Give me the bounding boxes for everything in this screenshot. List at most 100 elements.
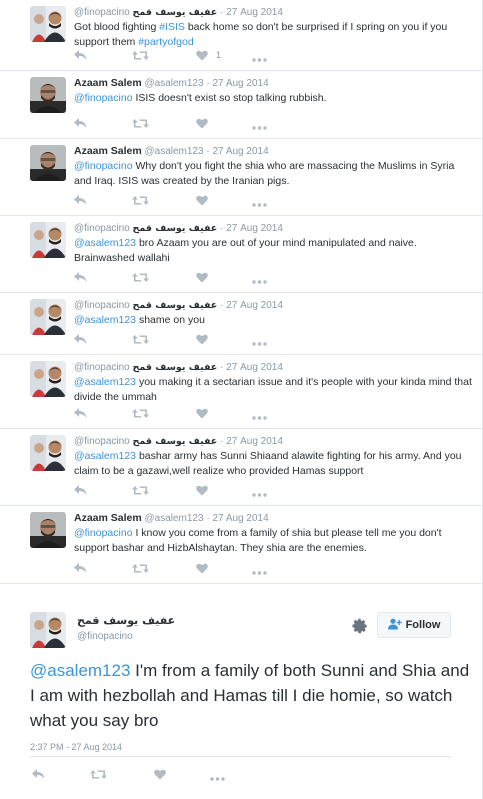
tweet-timestamp[interactable]: 27 Aug 2014	[212, 146, 268, 157]
reply-action[interactable]	[74, 561, 87, 575]
user-handle[interactable]: @finopacino	[77, 631, 133, 642]
like-icon[interactable]	[196, 118, 208, 129]
reply-icon[interactable]	[74, 562, 87, 574]
retweet-icon[interactable]	[90, 769, 107, 780]
reply-action[interactable]	[74, 332, 87, 346]
retweet-icon[interactable]	[132, 118, 149, 129]
tweet[interactable]: @finopacino عفيف يوسف قمح · 27 Aug 2014 @…	[0, 216, 482, 293]
tweet-timestamp[interactable]: 27 Aug 2014	[212, 513, 268, 524]
avatar[interactable]	[30, 299, 66, 335]
reply-action[interactable]	[74, 483, 87, 497]
like-action[interactable]: 1	[196, 48, 221, 62]
more-icon[interactable]	[252, 126, 267, 130]
like-icon[interactable]	[196, 195, 208, 206]
reply-action[interactable]	[74, 48, 87, 62]
reply-icon[interactable]	[74, 49, 87, 61]
more-icon[interactable]	[252, 571, 267, 575]
tweet[interactable]: @finopacino عفيف يوسف قمح · 27 Aug 2014 @…	[0, 355, 482, 429]
tweet[interactable]: Azaam Salem @asalem123 · 27 Aug 2014 @fin…	[0, 139, 482, 216]
avatar[interactable]	[30, 361, 66, 397]
retweet-icon[interactable]	[132, 272, 149, 283]
retweet-action[interactable]	[132, 193, 149, 207]
more-icon[interactable]	[252, 342, 267, 346]
more-icon[interactable]	[210, 777, 225, 781]
retweet-action[interactable]	[132, 483, 149, 497]
reply-icon[interactable]	[74, 407, 87, 419]
more-action[interactable]	[252, 488, 267, 502]
user-handle[interactable]: @finopacino	[74, 362, 130, 373]
retweet-action[interactable]	[132, 48, 149, 62]
reply-action[interactable]	[32, 767, 45, 781]
tweet-timestamp[interactable]: 27 Aug 2014	[226, 362, 283, 373]
retweet-icon[interactable]	[132, 408, 149, 419]
like-action[interactable]	[154, 767, 166, 781]
mention-link[interactable]: @finopacino	[74, 92, 133, 104]
reply-action[interactable]	[74, 193, 87, 207]
reply-action[interactable]	[74, 270, 87, 284]
reply-icon[interactable]	[32, 768, 45, 780]
more-icon[interactable]	[252, 203, 267, 207]
reply-action[interactable]	[74, 406, 87, 420]
hashtag-link[interactable]: #partyofgod	[138, 36, 193, 48]
tweet-timestamp[interactable]: 2:37 PM - 27 Aug 2014	[30, 742, 122, 752]
mention-link[interactable]: @asalem123	[74, 237, 136, 249]
like-action[interactable]	[196, 561, 208, 575]
user-handle[interactable]: @asalem123	[144, 146, 203, 157]
reply-icon[interactable]	[74, 484, 87, 496]
more-action[interactable]	[252, 566, 267, 580]
follow-button[interactable]: Follow	[377, 612, 451, 638]
more-icon[interactable]	[252, 280, 267, 284]
tweet-timestamp[interactable]: 27 Aug 2014	[226, 436, 283, 447]
reply-icon[interactable]	[74, 333, 87, 345]
retweet-icon[interactable]	[132, 334, 149, 345]
avatar[interactable]	[30, 512, 66, 548]
more-icon[interactable]	[252, 493, 267, 497]
more-action[interactable]	[252, 337, 267, 351]
retweet-action[interactable]	[132, 332, 149, 346]
reply-icon[interactable]	[74, 194, 87, 206]
tweet-timestamp[interactable]: 27 Aug 2014	[212, 78, 268, 89]
like-icon[interactable]	[196, 50, 208, 61]
user-fullname[interactable]: عفيف يوسف قمح	[133, 300, 218, 311]
like-action[interactable]	[196, 116, 208, 130]
mention-link[interactable]: @asalem123	[30, 661, 130, 680]
mention-link[interactable]: @asalem123	[74, 314, 136, 326]
hashtag-link[interactable]: #ISIS	[159, 21, 185, 33]
user-fullname[interactable]: Azaam Salem	[74, 512, 142, 524]
user-handle[interactable]: @asalem123	[144, 513, 203, 524]
avatar[interactable]	[30, 435, 66, 471]
user-fullname[interactable]: عفيف يوسف قمح	[133, 223, 218, 234]
more-action[interactable]	[252, 275, 267, 289]
retweet-action[interactable]	[132, 270, 149, 284]
like-icon[interactable]	[196, 563, 208, 574]
user-handle[interactable]: @finopacino	[74, 436, 130, 447]
retweet-icon[interactable]	[132, 563, 149, 574]
gear-icon[interactable]	[352, 618, 368, 634]
more-icon[interactable]	[252, 58, 267, 62]
reply-action[interactable]	[74, 116, 87, 130]
avatar[interactable]	[30, 77, 66, 113]
mention-link[interactable]: @asalem123	[74, 450, 136, 462]
mention-link[interactable]: @asalem123	[74, 376, 136, 388]
user-handle[interactable]: @asalem123	[144, 78, 203, 89]
more-icon[interactable]	[252, 416, 267, 420]
user-handle[interactable]: @finopacino	[74, 300, 130, 311]
user-fullname[interactable]: عفيف يوسف قمح	[133, 436, 218, 447]
retweet-icon[interactable]	[132, 50, 149, 61]
retweet-action[interactable]	[132, 406, 149, 420]
like-action[interactable]	[196, 193, 208, 207]
avatar[interactable]	[30, 145, 66, 181]
tweet[interactable]: @finopacino عفيف يوسف قمح · 27 Aug 2014 G…	[0, 0, 482, 71]
user-fullname[interactable]: عفيف يوسف قمح	[77, 614, 175, 627]
like-icon[interactable]	[154, 769, 166, 780]
user-handle[interactable]: @finopacino	[74, 7, 130, 18]
tweet-timestamp[interactable]: 27 Aug 2014	[226, 223, 283, 234]
like-icon[interactable]	[196, 272, 208, 283]
tweet[interactable]: @finopacino عفيف يوسف قمح · 27 Aug 2014 @…	[0, 429, 482, 506]
avatar[interactable]	[30, 6, 66, 42]
like-icon[interactable]	[196, 334, 208, 345]
more-action[interactable]	[252, 198, 267, 212]
user-fullname[interactable]: عفيف يوسف قمح	[133, 362, 218, 373]
like-icon[interactable]	[196, 485, 208, 496]
tweet[interactable]: Azaam Salem @asalem123 · 27 Aug 2014 @fin…	[0, 506, 482, 584]
